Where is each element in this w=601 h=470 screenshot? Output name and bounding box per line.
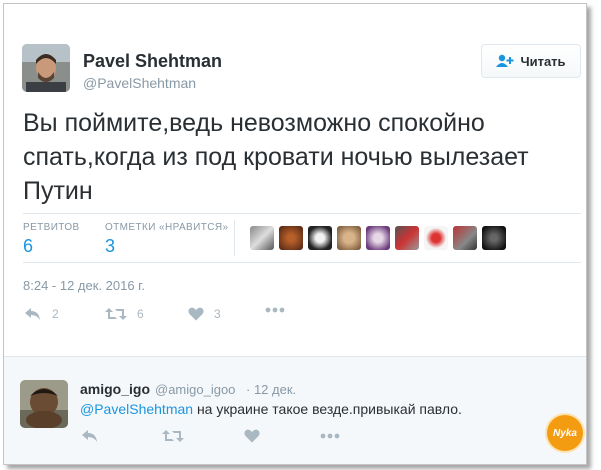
tweet-timestamp[interactable]: 8:24 - 12 дек. 2016 г. bbox=[23, 278, 145, 293]
liker-avatar[interactable] bbox=[453, 226, 477, 250]
author-name[interactable]: Pavel Shehtman bbox=[83, 51, 222, 72]
reply-author-handle[interactable]: @amigo_igoo bbox=[155, 382, 235, 397]
follow-button[interactable]: Читать bbox=[481, 44, 581, 78]
more-icon bbox=[320, 433, 340, 439]
retweet-count: 6 bbox=[137, 307, 144, 321]
retweets-label[interactable]: РЕТВИТОВ bbox=[23, 222, 80, 233]
reply-count: 2 bbox=[52, 307, 59, 321]
like-button[interactable]: 3 bbox=[188, 307, 221, 321]
liker-avatar[interactable] bbox=[395, 226, 419, 250]
author-handle[interactable]: @PavelShehtman bbox=[83, 75, 196, 91]
reply-like-button[interactable] bbox=[244, 429, 260, 443]
reply-date[interactable]: · 12 дек. bbox=[246, 382, 296, 397]
heart-icon bbox=[188, 307, 204, 321]
more-button[interactable] bbox=[265, 307, 285, 313]
likes-count[interactable]: 3 bbox=[105, 236, 115, 257]
like-count: 3 bbox=[214, 307, 221, 321]
retweet-button[interactable]: 6 bbox=[105, 307, 144, 321]
more-icon bbox=[265, 307, 285, 313]
liker-avatar[interactable] bbox=[279, 226, 303, 250]
liker-avatar[interactable] bbox=[308, 226, 332, 250]
divider bbox=[23, 262, 581, 263]
liker-avatar[interactable] bbox=[424, 226, 448, 250]
liker-avatar[interactable] bbox=[482, 226, 506, 250]
reply-reply-button[interactable] bbox=[81, 429, 99, 443]
watermark-logo: Nyka bbox=[547, 415, 583, 451]
follow-button-label: Читать bbox=[520, 53, 566, 69]
reply-author-name[interactable]: amigo_igo bbox=[80, 381, 150, 397]
divider bbox=[23, 213, 581, 214]
reply-author-avatar[interactable] bbox=[20, 380, 68, 428]
reply-button[interactable]: 2 bbox=[24, 307, 59, 321]
reply-icon bbox=[82, 430, 97, 442]
heart-icon bbox=[244, 429, 260, 443]
reply-mention-link[interactable]: @PavelShehtman bbox=[80, 401, 193, 417]
add-user-icon bbox=[496, 54, 514, 67]
divider bbox=[4, 356, 586, 357]
tweet-card: Pavel Shehtman @PavelShehtman Читать Вы … bbox=[3, 3, 587, 465]
liker-avatar[interactable] bbox=[366, 226, 390, 250]
reply-body: на украине такое везде.привыкай павло. bbox=[193, 401, 462, 417]
liker-avatars bbox=[250, 226, 506, 250]
stats-separator bbox=[234, 220, 235, 256]
retweets-count[interactable]: 6 bbox=[23, 236, 33, 257]
tweet-text: Вы поймите,ведь невозможно спокойно спат… bbox=[23, 109, 529, 205]
liker-avatar[interactable] bbox=[337, 226, 361, 250]
likes-label[interactable]: ОТМЕТКИ «НРАВИТСЯ» bbox=[105, 222, 228, 233]
reply-more-button[interactable] bbox=[320, 433, 340, 439]
retweet-icon bbox=[162, 430, 184, 442]
reply-icon bbox=[25, 308, 40, 320]
reply-text: @PavelShehtman на украине такое везде.пр… bbox=[80, 401, 462, 417]
reply-retweet-button[interactable] bbox=[162, 429, 184, 443]
author-avatar[interactable] bbox=[22, 44, 70, 92]
retweet-icon bbox=[105, 308, 127, 320]
liker-avatar[interactable] bbox=[250, 226, 274, 250]
